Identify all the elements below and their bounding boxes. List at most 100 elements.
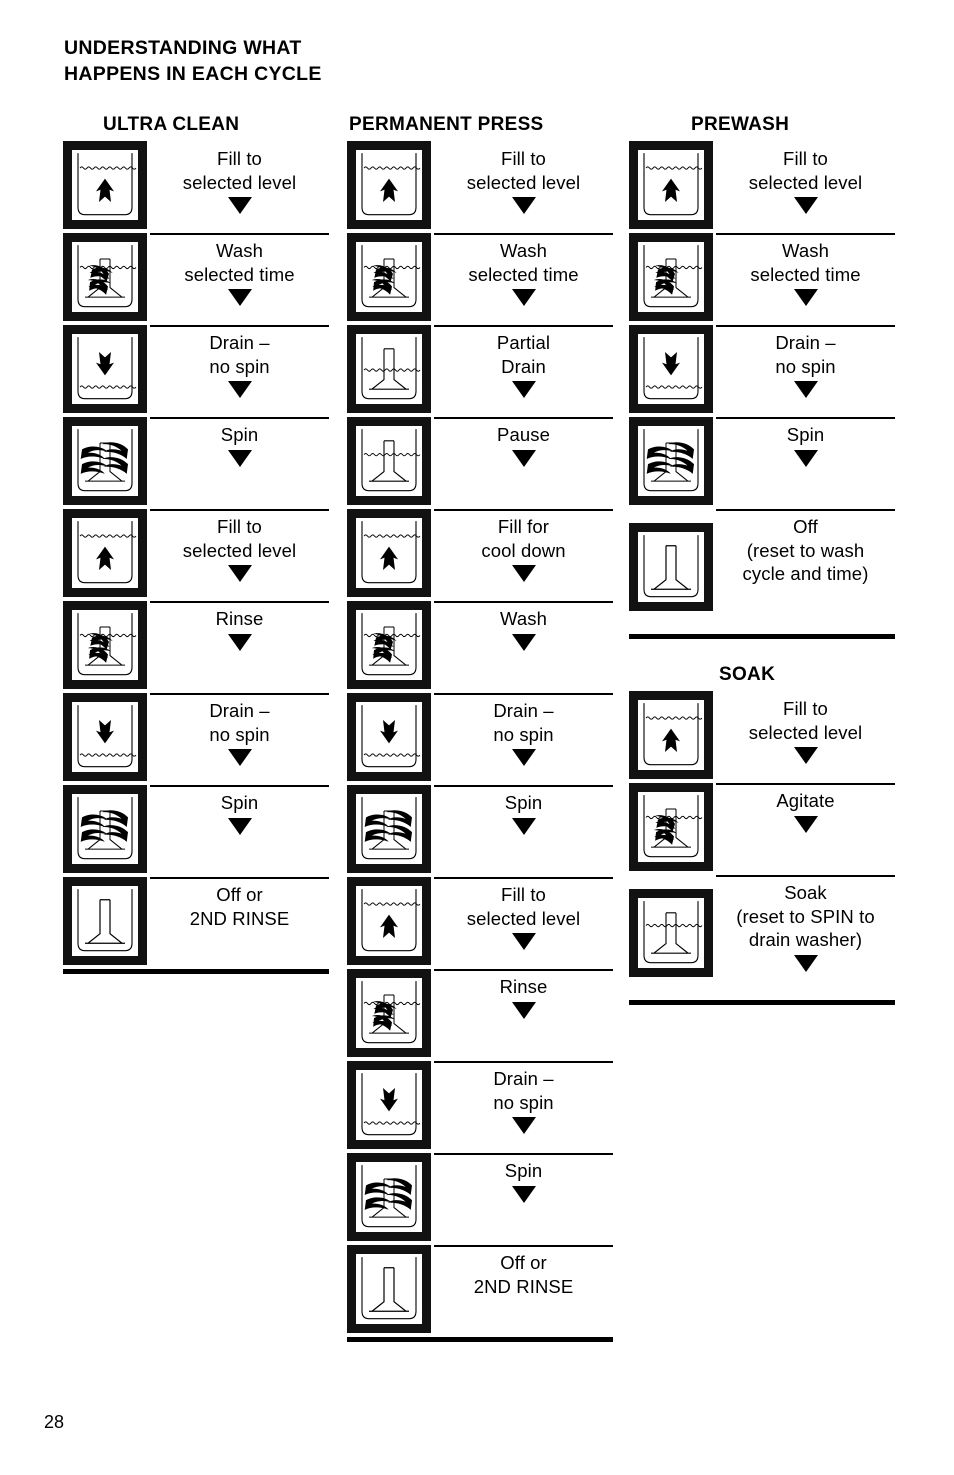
cycle-step-row: Spin: [629, 417, 895, 508]
cycle-step-row: Pause: [347, 417, 613, 508]
flow-down-arrow-icon: [511, 289, 536, 307]
cycle-step-cell: Drain – no spin: [434, 1061, 613, 1135]
cycle-step-row: Soak (reset to SPIN to drain washer): [629, 875, 895, 999]
cycle-step-cell: Fill to selected level: [434, 877, 613, 951]
flow-down-arrow-icon: [511, 449, 536, 467]
cycle-step-label: Fill to selected level: [466, 148, 581, 193]
cycle-step-cell: Drain – no spin: [434, 693, 613, 767]
column-title-soak: SOAK: [719, 664, 776, 685]
cycle-step-cell: Spin: [434, 1153, 613, 1203]
cycle-step-cell: Pause: [434, 417, 613, 467]
column-end-rule: [347, 1337, 613, 1342]
cycle-step-row: Drain – no spin: [347, 1061, 613, 1152]
cycle-step-cell: Off or 2ND RINSE: [150, 877, 329, 930]
column-title-ultra-clean: ULTRA CLEAN: [103, 114, 240, 135]
flow-down-arrow-icon: [793, 747, 818, 765]
cycle-step-cell: Wash selected time: [150, 233, 329, 307]
cycle-step-label: Rinse: [499, 976, 548, 997]
cycle-step-label: Drain – no spin: [209, 332, 270, 377]
flow-down-arrow-icon: [511, 565, 536, 583]
cycle-step-label: Pause: [497, 424, 550, 445]
cycle-step-cell: Spin: [150, 417, 329, 467]
cycle-step-label: Fill for cool down: [481, 516, 566, 561]
flow-down-arrow-icon: [227, 381, 252, 399]
soak-still-water-icon: [629, 889, 713, 977]
cycle-step-list-prewash: Fill to selected level Wash selected time…: [629, 141, 895, 633]
cycle-step-cell: Fill to selected level: [716, 691, 895, 765]
flow-down-arrow-icon: [511, 1117, 536, 1135]
cycle-step-label: Spin: [220, 424, 259, 445]
flow-down-arrow-icon: [511, 197, 536, 215]
cycle-step-row: Wash selected time: [629, 233, 895, 324]
fill-water-up-arrow-icon: [63, 509, 147, 597]
cycle-step-label: Off (reset to wash cycle and time): [742, 516, 869, 585]
cycle-step-cell: Drain – no spin: [716, 325, 895, 399]
cycle-step-row: Fill to selected level: [629, 141, 895, 232]
cycle-step-label: Fill to selected level: [466, 884, 581, 929]
cycle-step-cell: Fill to selected level: [150, 141, 329, 215]
cycle-step-cell: Spin: [150, 785, 329, 835]
fill-water-up-arrow-icon: [347, 877, 431, 965]
drain-down-arrow-icon: [347, 1061, 431, 1149]
spin-icon: [63, 785, 147, 873]
cycle-step-row: Off or 2ND RINSE: [347, 1245, 613, 1336]
flow-down-arrow-icon: [227, 565, 252, 583]
flow-down-arrow-icon: [511, 633, 536, 651]
cycle-step-list-ultra-clean: Fill to selected level Wash selected time…: [63, 141, 329, 968]
cycle-step-label: Partial Drain: [496, 332, 551, 377]
cycle-step-cell: Drain – no spin: [150, 693, 329, 767]
cycle-step-row: Wash selected time: [347, 233, 613, 324]
cycle-column-prewash: PREWASH Fill to selected level Wash select…: [629, 113, 895, 639]
cycle-step-label: Drain – no spin: [209, 700, 270, 745]
page-number: 28: [44, 1412, 65, 1432]
flow-down-arrow-icon: [227, 749, 252, 767]
cycle-step-cell: Fill to selected level: [434, 141, 613, 215]
agitate-wash-icon: [347, 969, 431, 1057]
cycle-step-label: Fill to selected level: [182, 516, 297, 561]
cycle-step-label: Fill to selected level: [182, 148, 297, 193]
agitate-wash-icon: [347, 233, 431, 321]
cycle-step-row: Fill for cool down: [347, 509, 613, 600]
agitate-wash-icon: [629, 233, 713, 321]
drain-down-arrow-icon: [63, 325, 147, 413]
cycle-step-cell: Partial Drain: [434, 325, 613, 399]
cycle-step-row: Rinse: [63, 601, 329, 692]
cycle-step-row: Drain – no spin: [63, 325, 329, 416]
cycle-step-label: Drain – no spin: [493, 700, 554, 745]
cycle-step-label: Spin: [786, 424, 825, 445]
cycle-step-cell: Fill for cool down: [434, 509, 613, 583]
cycle-step-cell: Wash selected time: [716, 233, 895, 307]
cycle-step-label: Drain – no spin: [493, 1068, 554, 1113]
cycle-step-row: Fill to selected level: [347, 141, 613, 232]
cycle-step-row: Spin: [63, 417, 329, 508]
cycle-step-label: Spin: [504, 1160, 543, 1181]
cycle-step-cell: Wash selected time: [434, 233, 613, 307]
agitate-wash-icon: [629, 783, 713, 871]
flow-down-arrow-icon: [793, 815, 818, 833]
cycle-step-row: Drain – no spin: [347, 693, 613, 784]
cycle-step-row: Fill to selected level: [63, 141, 329, 232]
fill-water-up-arrow-icon: [63, 141, 147, 229]
cycle-step-label: Wash: [499, 608, 547, 629]
cycle-column-permanent-press: PERMANENT PRESS Fill to selected level Was…: [347, 113, 613, 1342]
cycle-step-cell: Agitate: [716, 783, 895, 833]
cycle-step-label: Off or 2ND RINSE: [189, 884, 290, 929]
drain-down-arrow-icon: [63, 693, 147, 781]
cycle-step-row: Wash selected time: [63, 233, 329, 324]
cycle-step-cell: Spin: [716, 417, 895, 467]
cycle-step-row: Off or 2ND RINSE: [63, 877, 329, 968]
cycle-step-row: Spin: [63, 785, 329, 876]
cycle-step-list-permanent-press: Fill to selected level Wash selected time…: [347, 141, 613, 1336]
flow-down-arrow-icon: [511, 933, 536, 951]
cycle-step-row: Fill to selected level: [347, 877, 613, 968]
flow-down-arrow-icon: [227, 449, 252, 467]
spin-icon: [347, 1153, 431, 1241]
cycle-step-list-soak: Fill to selected level Agitate Soak (reset…: [629, 691, 895, 999]
cycle-column-soak: SOAK Fill to selected level Agitate Soak (r…: [629, 663, 895, 1005]
cycle-step-row: Drain – no spin: [629, 325, 895, 416]
cycle-step-cell: Rinse: [434, 969, 613, 1019]
cycle-step-row: Agitate: [629, 783, 895, 874]
cycle-step-cell: Drain – no spin: [150, 325, 329, 399]
flow-down-arrow-icon: [793, 289, 818, 307]
cycle-step-label: Wash selected time: [184, 240, 295, 285]
